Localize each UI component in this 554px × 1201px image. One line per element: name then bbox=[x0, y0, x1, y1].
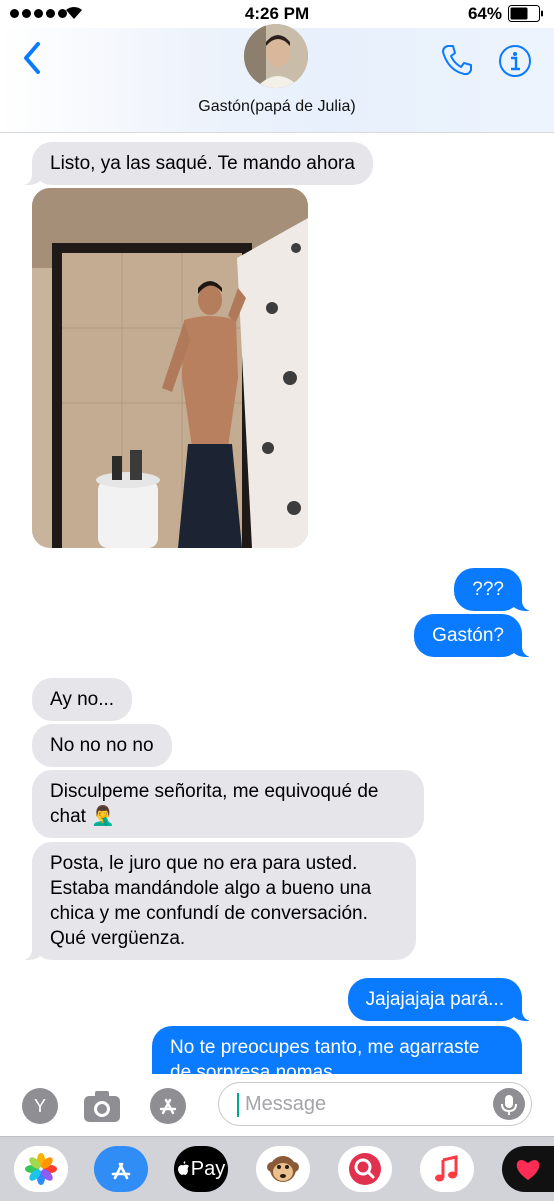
incoming-message[interactable]: No no no no bbox=[32, 724, 172, 767]
incoming-message[interactable]: Posta, le juro que no era para usted. Es… bbox=[22, 842, 416, 960]
text-caret bbox=[237, 1093, 239, 1117]
incoming-message[interactable]: Listo, ya las saqué. Te mando ahora bbox=[22, 142, 373, 185]
search-images-icon[interactable] bbox=[338, 1146, 392, 1192]
phone-icon[interactable] bbox=[440, 42, 474, 78]
chevron-left-icon[interactable] bbox=[18, 38, 46, 78]
message-input[interactable]: Message bbox=[218, 1082, 532, 1126]
app-store-icon bbox=[159, 1098, 177, 1115]
compose-bar: Y Message bbox=[0, 1074, 554, 1136]
info-icon[interactable] bbox=[498, 44, 532, 78]
imessage-app-drawer: Pay bbox=[0, 1136, 554, 1201]
avatar[interactable] bbox=[244, 24, 308, 88]
incoming-message[interactable]: Ay no... bbox=[32, 678, 133, 721]
outgoing-message[interactable]: Jajajajaja pará... bbox=[347, 978, 533, 1021]
monkey-emoji-icon[interactable] bbox=[256, 1146, 310, 1192]
photos-icon[interactable] bbox=[14, 1146, 68, 1192]
app-store-icon[interactable] bbox=[94, 1146, 148, 1192]
contact-name[interactable]: Gastón(papá de Julia) bbox=[0, 98, 554, 116]
heart-icon[interactable] bbox=[502, 1146, 554, 1192]
outgoing-message[interactable]: Gastón? bbox=[414, 614, 532, 657]
apple-pay-label: Pay bbox=[190, 1157, 226, 1180]
battery-percent: 64% bbox=[467, 4, 502, 23]
conversation-header: Gastón(papá de Julia) bbox=[0, 24, 554, 133]
incoming-message[interactable]: Disculpeme señorita, me equivoqué de cha… bbox=[32, 770, 424, 838]
keyboard-switch-button[interactable]: Y bbox=[22, 1088, 58, 1124]
apple-pay-icon[interactable]: Pay bbox=[174, 1146, 228, 1192]
apple-icon bbox=[177, 1161, 189, 1175]
message-placeholder: Message bbox=[245, 1093, 327, 1115]
music-icon[interactable] bbox=[420, 1146, 474, 1192]
app-store-drawer-button[interactable] bbox=[150, 1088, 186, 1124]
photo-attachment[interactable] bbox=[32, 188, 308, 548]
outgoing-message[interactable]: ??? bbox=[454, 568, 532, 611]
camera-icon[interactable] bbox=[82, 1088, 122, 1124]
battery-icon bbox=[508, 5, 543, 22]
microphone-icon bbox=[501, 1095, 517, 1115]
microphone-button[interactable] bbox=[493, 1088, 525, 1120]
